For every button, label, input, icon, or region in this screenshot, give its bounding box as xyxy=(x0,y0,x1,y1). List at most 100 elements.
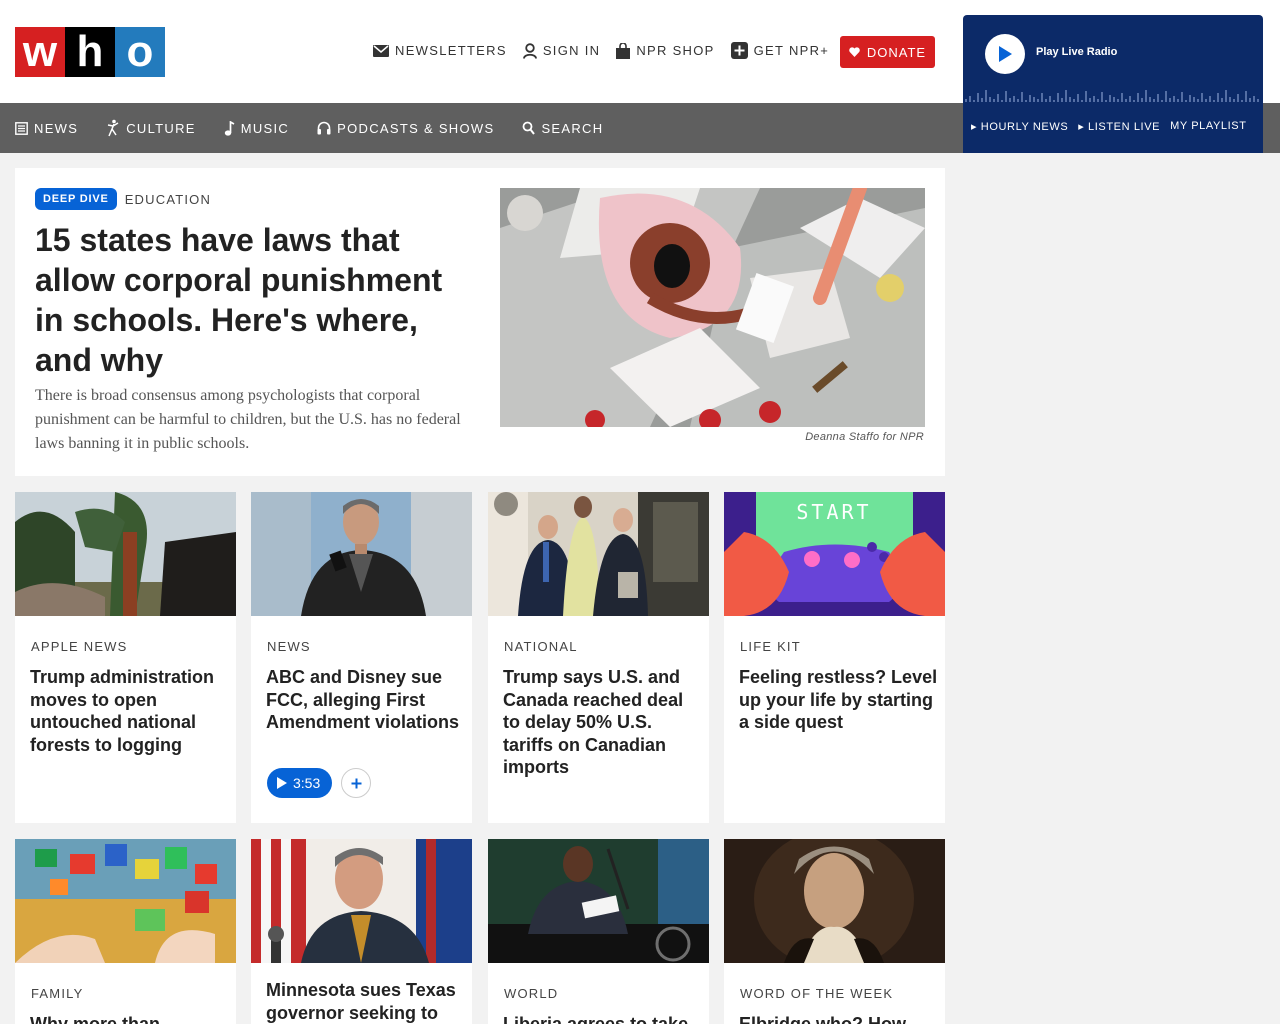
story-section[interactable]: WORLD xyxy=(504,986,558,1001)
newsletters-link[interactable]: NEWSLETTERS xyxy=(373,43,507,58)
site-logo[interactable]: w h o xyxy=(15,27,165,77)
waveform-bar xyxy=(1025,100,1027,102)
story-section[interactable]: NEWS xyxy=(267,639,311,654)
waveform-bar xyxy=(1117,99,1119,102)
npr-shop-label: NPR SHOP xyxy=(636,43,715,58)
donate-button[interactable]: DONATE xyxy=(840,36,935,68)
waveform-bar xyxy=(1189,95,1191,102)
waveform-bar xyxy=(997,94,999,102)
story-section[interactable]: APPLE NEWS xyxy=(31,639,128,654)
nav-podcasts-label: PODCASTS & SHOWS xyxy=(337,120,495,136)
play-audio-button[interactable]: 3:53 xyxy=(267,768,333,798)
story-image[interactable] xyxy=(251,839,472,963)
search-icon xyxy=(523,121,536,135)
story-image[interactable] xyxy=(251,492,472,616)
story-section[interactable]: NATIONAL xyxy=(504,639,578,654)
play-icon xyxy=(277,777,287,789)
waveform-bar xyxy=(1241,100,1243,102)
utility-nav: NEWSLETTERS SIGN IN NPR SHOP GET NPR+ xyxy=(373,42,829,59)
lead-section-link[interactable]: EDUCATION xyxy=(125,192,211,207)
story-card: WORLD Liberia agrees to take xyxy=(488,839,709,1024)
sign-in-link[interactable]: SIGN IN xyxy=(522,42,601,59)
waveform-bar xyxy=(1045,99,1047,102)
story-section[interactable]: FAMILY xyxy=(31,986,83,1001)
story-image[interactable] xyxy=(15,839,236,963)
story-headline[interactable]: Why more than xyxy=(30,1013,230,1024)
nav-podcasts-shows[interactable]: PODCASTS & SHOWS xyxy=(317,121,494,136)
my-playlist-link[interactable]: MY PLAYLIST xyxy=(1170,120,1247,133)
add-to-playlist-button[interactable] xyxy=(341,768,372,798)
waveform-bar xyxy=(1033,97,1035,102)
plus-square-icon xyxy=(730,42,748,59)
image-credit: Deanna Staffo for NPR xyxy=(805,431,924,443)
waveform-bar xyxy=(1257,99,1259,102)
deep-dive-badge: DEEP DIVE xyxy=(35,188,117,210)
listen-live-link[interactable]: ▸ LISTEN LIVE xyxy=(1078,120,1160,133)
story-section[interactable]: WORD OF THE WEEK xyxy=(740,986,893,1001)
lead-headline[interactable]: 15 states have laws that allow corporal … xyxy=(35,220,465,380)
waveform-bar xyxy=(1213,100,1215,102)
waveform-bar xyxy=(1173,96,1175,102)
waveform-bar xyxy=(1133,100,1135,102)
story-headline[interactable]: Trump administration moves to open untou… xyxy=(30,666,230,756)
story-headline[interactable]: Elbridge who? How xyxy=(739,1013,939,1024)
get-npr-plus-link[interactable]: GET NPR+ xyxy=(730,42,830,59)
waveform-bar xyxy=(1193,97,1195,102)
story-card: NEWS ABC and Disney sue FCC, alleging Fi… xyxy=(251,492,472,823)
waveform-bar xyxy=(1021,92,1023,102)
nav-news[interactable]: NEWS xyxy=(15,121,78,136)
waveform-bar xyxy=(1097,99,1099,102)
play-live-radio-label[interactable]: Play Live Radio xyxy=(1036,46,1117,58)
plus-icon xyxy=(351,778,362,788)
waveform-bar xyxy=(1249,98,1251,102)
nav-culture-label: CULTURE xyxy=(126,120,196,136)
play-icon xyxy=(999,46,1012,62)
story-card: FAMILY Why more than xyxy=(15,839,236,1024)
story-image[interactable]: START xyxy=(724,492,945,616)
waveform-bar xyxy=(1145,90,1147,102)
waveform-bar xyxy=(1137,93,1139,102)
waveform-bar xyxy=(1093,96,1095,102)
story-image[interactable] xyxy=(15,492,236,616)
waveform-bar xyxy=(1077,94,1079,102)
my-playlist-label: MY PLAYLIST xyxy=(1170,120,1247,132)
waveform-bar xyxy=(1017,99,1019,102)
story-image[interactable] xyxy=(488,492,709,616)
player-links: ▸ HOURLY NEWS ▸ LISTEN LIVE MY PLAYLIST xyxy=(971,120,1247,133)
lead-teaser: There is broad consensus among psycholog… xyxy=(35,387,461,452)
nav-search-label: SEARCH xyxy=(541,120,604,136)
waveform-bar xyxy=(1141,98,1143,102)
story-image[interactable] xyxy=(488,839,709,963)
nav-music[interactable]: MUSIC xyxy=(224,120,289,136)
story-section[interactable]: LIFE KIT xyxy=(740,639,801,654)
waveform-bar xyxy=(1105,100,1107,102)
waveform-bar xyxy=(1197,99,1199,102)
waveform-bar xyxy=(1233,99,1235,102)
story-image[interactable] xyxy=(724,839,945,963)
lead-image[interactable] xyxy=(500,188,925,427)
story-headline[interactable]: Trump says U.S. and Canada reached deal … xyxy=(503,666,703,779)
story-headline[interactable]: Minnesota sues Texas governor seeking to xyxy=(266,979,466,1024)
waveform-bar xyxy=(1253,96,1255,102)
nav-culture[interactable]: CULTURE xyxy=(106,119,196,137)
waveform-bar xyxy=(989,97,991,102)
waveform-bar xyxy=(1229,97,1231,102)
story-headline[interactable]: ABC and Disney sue FCC, alleging First A… xyxy=(266,666,466,734)
waveform-bar xyxy=(1001,100,1003,102)
play-live-radio-button[interactable] xyxy=(985,34,1025,74)
story-headline[interactable]: Liberia agrees to take xyxy=(503,1013,703,1024)
waveform-bar xyxy=(1089,98,1091,102)
waveform-bar xyxy=(1165,91,1167,102)
story-card: NATIONAL Trump says U.S. and Canada reac… xyxy=(488,492,709,823)
npr-shop-link[interactable]: NPR SHOP xyxy=(616,42,715,59)
story-headline[interactable]: Feeling restless? Level up your life by … xyxy=(739,666,939,734)
waveform-bar xyxy=(1005,91,1007,102)
bag-icon xyxy=(616,42,631,59)
story-card: APPLE NEWS Trump administration moves to… xyxy=(15,492,236,823)
audio-waveform xyxy=(963,88,1263,102)
hourly-news-link[interactable]: ▸ HOURLY NEWS xyxy=(971,120,1068,133)
waveform-bar xyxy=(1073,99,1075,102)
game-start-text: START xyxy=(796,500,871,524)
nav-search[interactable]: SEARCH xyxy=(522,121,603,136)
waveform-bar xyxy=(1109,95,1111,102)
